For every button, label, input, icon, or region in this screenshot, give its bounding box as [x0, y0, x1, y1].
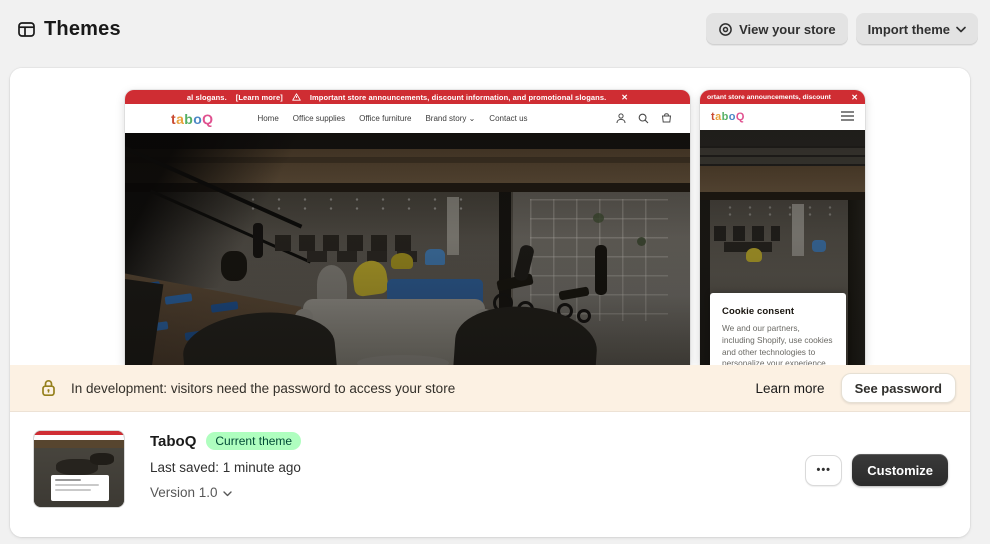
themes-card: al slogans. [Learn more] Important store… — [10, 68, 970, 537]
view-your-store-label: View your store — [739, 22, 836, 37]
cookie-consent-dialog: Cookie consent We and our partners, incl… — [710, 293, 846, 365]
customize-button[interactable]: Customize — [852, 454, 948, 486]
logo-letter: Q — [202, 111, 213, 127]
storefront-nav-item[interactable]: Contact us — [489, 114, 527, 123]
account-icon[interactable] — [616, 113, 626, 124]
logo-letter: o — [729, 111, 736, 123]
storefront-nav-item[interactable]: Home — [257, 114, 278, 123]
close-icon[interactable]: ✕ — [851, 93, 858, 102]
theme-preview-area: al slogans. [Learn more] Important store… — [10, 68, 970, 365]
logo-letter: b — [184, 111, 193, 127]
chevron-down-icon — [223, 485, 232, 500]
development-banner: In development: visitors need the passwo… — [10, 365, 970, 412]
cookie-consent-body: We and our partners, including Shopify, … — [722, 323, 834, 365]
announcement-message: Important store announcements, discount … — [310, 93, 606, 102]
banner-message: In development: visitors need the passwo… — [71, 381, 455, 396]
mobile-announcement-message: ortant store announcements, discount — [707, 94, 831, 101]
page-title-group: Themes — [18, 18, 121, 41]
menu-icon[interactable] — [841, 108, 854, 126]
thumbnail-image — [90, 453, 114, 465]
mobile-announcement-bar: ortant store announcements, discount ✕ — [700, 90, 865, 104]
see-password-button[interactable]: See password — [841, 373, 956, 403]
current-theme-row: TaboQ Current theme Last saved: 1 minute… — [10, 412, 970, 537]
thumbnail-image — [34, 440, 124, 448]
version-label: Version 1.0 — [150, 485, 218, 500]
storefront-nav-item[interactable]: Office supplies — [293, 114, 345, 123]
thumbnail-cookie-dialog — [51, 475, 109, 501]
cookie-consent-title: Cookie consent — [722, 306, 834, 317]
eye-icon — [718, 22, 733, 37]
warning-icon — [292, 93, 301, 101]
logo-letter: Q — [736, 111, 745, 123]
more-actions-button[interactable]: ••• — [805, 455, 842, 486]
storefront-nav-links: Home Office supplies Office furniture Brand… — [257, 114, 527, 123]
page-title: Themes — [44, 18, 121, 41]
mobile-storefront-nav-bar: taboQ — [700, 104, 865, 130]
cart-icon[interactable] — [661, 113, 672, 124]
learn-more-link[interactable]: Learn more — [756, 381, 825, 396]
current-theme-badge: Current theme — [206, 432, 301, 450]
theme-info: TaboQ Current theme Last saved: 1 minute… — [150, 430, 301, 500]
view-your-store-button[interactable]: View your store — [706, 13, 848, 45]
storefront-nav-bar: taboQ Home Office supplies Office furnitur… — [125, 104, 690, 133]
mobile-preview[interactable]: ortant store announcements, discount ✕ t… — [700, 90, 865, 365]
last-saved-text: Last saved: 1 minute ago — [150, 460, 301, 475]
close-icon[interactable]: ✕ — [621, 93, 628, 102]
page-header: Themes View your store Import theme — [0, 0, 990, 58]
logo-letter: o — [193, 111, 202, 127]
desktop-preview[interactable]: al slogans. [Learn more] Important store… — [125, 90, 690, 365]
announcement-bar: al slogans. [Learn more] Important store… — [125, 90, 690, 104]
theme-name: TaboQ — [150, 433, 196, 450]
logo-letter: b — [722, 111, 729, 123]
version-dropdown[interactable]: Version 1.0 — [150, 485, 232, 500]
import-theme-label: Import theme — [868, 22, 950, 37]
storefront-nav-item[interactable]: Brand story ⌄ — [425, 114, 475, 123]
search-icon[interactable] — [638, 113, 649, 124]
storefront-nav-icons — [616, 113, 672, 124]
storefront-hero-image — [125, 133, 690, 365]
storefront-logo: taboQ — [711, 111, 745, 123]
mobile-storefront-hero-image: Cookie consent We and our partners, incl… — [700, 130, 865, 365]
announcement-fragment: al slogans. — [187, 93, 227, 102]
storefront-logo: taboQ — [171, 111, 213, 127]
header-actions: View your store Import theme — [706, 13, 978, 45]
themes-icon — [18, 22, 35, 37]
storefront-nav-item[interactable]: Office furniture — [359, 114, 411, 123]
theme-thumbnail[interactable] — [33, 430, 125, 508]
chevron-down-icon — [956, 26, 966, 33]
announcement-learn-more-link[interactable]: [Learn more] — [236, 93, 283, 102]
theme-row-actions: ••• Customize — [805, 454, 948, 486]
import-theme-button[interactable]: Import theme — [856, 13, 978, 45]
lock-icon — [40, 379, 57, 397]
